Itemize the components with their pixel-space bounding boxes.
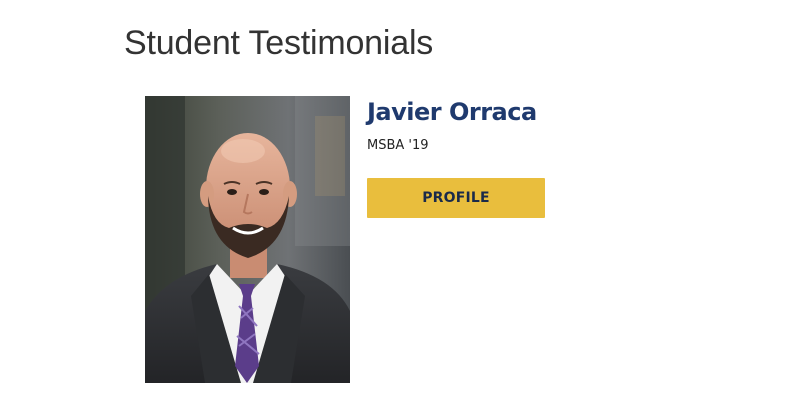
student-name: Javier Orraca [367, 98, 537, 126]
section-title: Student Testimonials [124, 24, 434, 62]
profile-button[interactable]: PROFILE [367, 178, 545, 218]
student-photo [145, 96, 350, 383]
student-degree: MSBA '19 [367, 138, 429, 153]
